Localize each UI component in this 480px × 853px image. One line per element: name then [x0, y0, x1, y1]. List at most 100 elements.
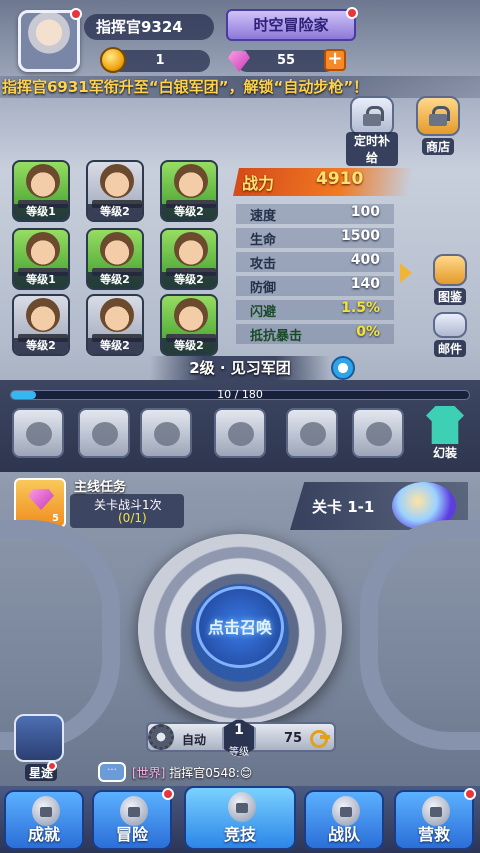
player-avatar[interactable]: [18, 8, 82, 72]
star-journey-label: 星途: [24, 761, 57, 781]
stat-label: 闪避: [250, 305, 277, 320]
shop-button[interactable]: 商店: [412, 96, 464, 155]
notification-dot: [70, 8, 82, 20]
hero-level: 等级1: [14, 204, 68, 220]
shop-label: 商店: [421, 138, 454, 155]
stat-value: 140: [350, 276, 380, 292]
notification-dot: [47, 761, 57, 771]
auto-toggle[interactable]: 自动: [182, 731, 206, 748]
hero-portrait: [26, 298, 60, 332]
hero-portrait: [100, 164, 134, 198]
stat-row: 闪避 1.5%: [236, 300, 394, 320]
equip-slot-medal[interactable]: [286, 408, 338, 458]
mail-label: 邮件: [433, 340, 466, 357]
coin-icon: [100, 47, 126, 73]
stat-row: 攻击 400: [236, 252, 394, 272]
equip-slot-robot[interactable]: [214, 408, 266, 458]
nav-label: 冒险: [115, 825, 148, 844]
summon-level-number: 1: [234, 722, 244, 738]
hero-level: 等级2: [14, 338, 68, 354]
stat-row: 抵抗暴击 0%: [236, 324, 394, 344]
hero-slot[interactable]: 等级2: [160, 294, 218, 356]
gem-counter: 55: [236, 50, 336, 72]
xp-text: 10 / 180: [217, 388, 263, 401]
hero-portrait: [26, 232, 60, 266]
nav-label: 竞技: [223, 825, 256, 844]
hero-slot[interactable]: 等级2: [160, 160, 218, 222]
robot-icon: [228, 422, 254, 446]
stat-row: 速度 100: [236, 204, 394, 224]
hero-level: 等级2: [162, 338, 216, 354]
hero-portrait: [100, 298, 134, 332]
chat-channel: [世界]: [132, 766, 166, 780]
notification-dot: [162, 788, 174, 800]
hero-slot[interactable]: 等级1: [12, 228, 70, 290]
equip-slot-gem[interactable]: [352, 408, 404, 458]
medal-icon: [300, 422, 326, 446]
vault-door-right: [360, 520, 480, 750]
key-count: 75: [284, 731, 303, 746]
mail-button[interactable]: 邮件: [428, 312, 472, 357]
equip-slot-drone[interactable]: [12, 408, 64, 458]
nav-arena[interactable]: 竞技: [184, 786, 296, 850]
supply-label: 定时补给: [346, 132, 398, 166]
hero-level: 等级2: [162, 272, 216, 288]
gem-icon: [28, 489, 54, 510]
hero-portrait: [174, 164, 208, 198]
hero-level: 等级2: [88, 204, 142, 220]
pan-icon: [92, 422, 118, 446]
equip-slot-pan[interactable]: [78, 408, 130, 458]
broadcast-marquee: 指挥官6931军衔升至“白银军团”，解锁“自动步枪”！: [0, 76, 480, 98]
power-label: 战力: [242, 174, 275, 193]
chat-message: [世界] 指挥官0548:😊: [132, 764, 252, 781]
outfit-label: 幻装: [432, 446, 457, 460]
game-mode-label: 时空冒险家: [253, 16, 329, 34]
add-gems-button[interactable]: +: [324, 49, 346, 71]
drone-icon: [26, 422, 52, 446]
supply-icon: [350, 96, 394, 136]
hero-slot[interactable]: 等级1: [12, 160, 70, 222]
stat-row: 防御 140: [236, 276, 394, 296]
hero-level: 等级2: [162, 204, 216, 220]
game-mode-button[interactable]: 时空冒险家: [226, 7, 358, 41]
star-journey-icon: [14, 714, 64, 762]
stat-label: 攻击: [250, 257, 277, 272]
quest-progress: (0/1): [118, 511, 147, 525]
summon-button[interactable]: 点击召唤: [196, 586, 284, 668]
stat-label: 生命: [250, 233, 277, 248]
nav-rescue[interactable]: 营救: [394, 788, 476, 850]
crystal-icon: [366, 422, 392, 446]
summon-level-label: 等级: [229, 747, 249, 758]
stat-row: 生命 1500: [236, 228, 394, 248]
illustrated-button[interactable]: 图鉴: [428, 254, 472, 305]
nav-achievements[interactable]: 成就: [4, 790, 84, 850]
star-journey-button[interactable]: 星途: [14, 714, 68, 781]
rank-up-arrow-icon[interactable]: [331, 356, 355, 380]
chat-sender: 指挥官0548:: [169, 766, 240, 780]
power-value: 4910: [316, 169, 364, 189]
gear-icon[interactable]: [148, 724, 174, 750]
stat-value: 1.5%: [341, 300, 380, 316]
nav-adventure[interactable]: 冒险: [92, 788, 174, 850]
helmet-icon: [154, 422, 180, 446]
hero-level: 等级2: [88, 272, 142, 288]
hero-slot[interactable]: 等级2: [160, 228, 218, 290]
nav-team[interactable]: 战队: [304, 790, 384, 850]
equip-slot-helmet[interactable]: [140, 408, 192, 458]
key-icon: [310, 730, 330, 748]
hero-slot[interactable]: 等级2: [86, 160, 144, 222]
hero-portrait: [100, 232, 134, 266]
hero-slot[interactable]: 等级2: [12, 294, 70, 356]
outfit-button[interactable]: 幻装: [420, 406, 470, 461]
book-icon: [433, 254, 467, 286]
stat-value: 1500: [341, 228, 380, 244]
hero-slot[interactable]: 等级2: [86, 228, 144, 290]
timed-supply-button[interactable]: 定时补给: [346, 96, 398, 166]
stage-label: 关卡 1-1: [312, 498, 375, 516]
lock-icon: [363, 106, 384, 126]
notification-dot: [346, 7, 358, 19]
chat-bar[interactable]: ··· [世界] 指挥官0548:😊: [98, 762, 358, 784]
hero-slot[interactable]: 等级2: [86, 294, 144, 356]
expand-stats-arrow-icon[interactable]: [400, 263, 412, 283]
hero-portrait: [26, 164, 60, 198]
